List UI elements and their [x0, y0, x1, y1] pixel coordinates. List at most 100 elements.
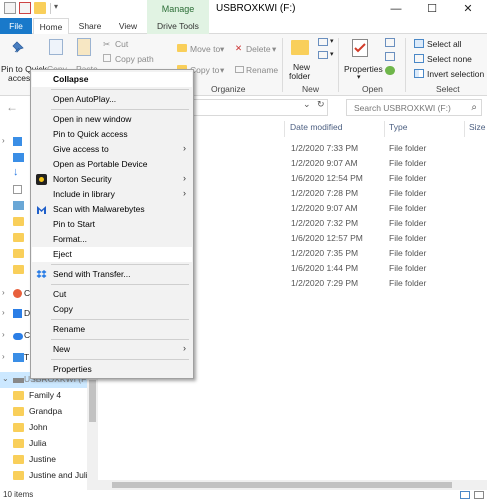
nav-item-folder[interactable]: Family 4: [0, 388, 88, 404]
tab-drive-tools[interactable]: Drive Tools: [147, 18, 209, 34]
minimize-button[interactable]: —: [378, 0, 414, 18]
nav-item-folder[interactable]: Justine and Julia: [0, 468, 92, 484]
menu-item-give-access[interactable]: Give access to ›: [32, 142, 192, 157]
new-item-icon[interactable]: [318, 38, 328, 46]
menu-item-open-portable-device[interactable]: Open as Portable Device: [32, 157, 192, 172]
move-to-button[interactable]: Move to: [190, 44, 220, 54]
column-header-size[interactable]: Size: [469, 122, 486, 132]
tab-share[interactable]: Share: [72, 18, 108, 34]
details-view-icon[interactable]: [460, 491, 470, 499]
row-date: 1/2/2020 7:33 PM: [291, 143, 359, 153]
table-row[interactable]: 1/6/2020 1:44 PM File folder: [285, 262, 485, 277]
table-row[interactable]: 1/6/2020 12:57 PM File folder: [285, 232, 485, 247]
chevron-right-icon[interactable]: ›: [2, 352, 5, 361]
copy-path-button[interactable]: Copy path: [115, 54, 154, 64]
tab-home[interactable]: Home: [33, 18, 69, 35]
table-row[interactable]: 1/2/2020 7:32 PM File folder: [285, 217, 485, 232]
properties-quick-icon[interactable]: [4, 2, 16, 14]
chevron-right-icon[interactable]: ›: [2, 330, 5, 339]
tab-file[interactable]: File: [0, 18, 32, 34]
menu-item-send-transfer[interactable]: Send with Transfer...: [32, 267, 192, 282]
row-type: File folder: [389, 158, 427, 168]
invert-selection-button[interactable]: Invert selection: [427, 69, 484, 79]
refresh-icon[interactable]: ↻: [317, 99, 325, 110]
norton-icon: [36, 174, 47, 185]
select-none-button[interactable]: Select none: [427, 54, 472, 64]
nav-item-label: Justine: [29, 454, 56, 464]
chevron-down-icon[interactable]: ▾: [54, 2, 58, 11]
row-type: File folder: [389, 143, 427, 153]
column-header-type[interactable]: Type: [389, 122, 407, 132]
menu-item-eject[interactable]: Eject: [32, 247, 192, 262]
checkmark-quick-icon[interactable]: [19, 2, 31, 14]
nav-item-folder[interactable]: Grandpa: [0, 404, 88, 420]
chevron-right-icon[interactable]: ›: [2, 288, 5, 297]
table-row[interactable]: 1/2/2020 7:33 PM File folder: [285, 142, 485, 157]
history-icon[interactable]: [385, 66, 395, 75]
delete-button[interactable]: Delete: [246, 44, 271, 54]
close-button[interactable]: ✕: [450, 0, 486, 18]
menu-item-copy[interactable]: Copy: [32, 302, 192, 317]
open-group-label: Open: [362, 84, 383, 94]
menu-item-open-new-window[interactable]: Open in new window: [32, 112, 192, 127]
rename-icon: [235, 66, 244, 73]
table-row[interactable]: 1/2/2020 7:29 PM File folder: [285, 277, 485, 292]
maximize-button[interactable]: ☐: [414, 0, 450, 18]
usb-drive-icon: [13, 378, 24, 383]
menu-item-norton-security[interactable]: Norton Security ›: [32, 172, 192, 187]
menu-item-include-library[interactable]: Include in library ›: [32, 187, 192, 202]
window-title: USBROXKWI (F:): [216, 3, 296, 14]
rename-button[interactable]: Rename: [246, 65, 278, 75]
menu-item-collapse[interactable]: Collapse: [32, 72, 192, 87]
column-header-date-modified[interactable]: Date modified: [290, 122, 342, 132]
table-row[interactable]: 1/2/2020 7:35 PM File folder: [285, 247, 485, 262]
properties-button[interactable]: Properties: [344, 64, 383, 74]
horizontal-scrollbar-thumb[interactable]: [112, 482, 452, 488]
search-input[interactable]: Search USBROXKWI (F:) ⌕: [346, 99, 482, 116]
nav-scrollbar-thumb[interactable]: [89, 380, 96, 422]
menu-item-pin-quick-access[interactable]: Pin to Quick access: [32, 127, 192, 142]
menu-item-label: Include in library: [53, 189, 115, 199]
select-all-button[interactable]: Select all: [427, 39, 462, 49]
copy-to-button[interactable]: Copy to: [190, 65, 219, 75]
column-divider[interactable]: [284, 121, 285, 137]
table-row[interactable]: 1/6/2020 12:54 PM File folder: [285, 172, 485, 187]
column-divider[interactable]: [464, 121, 465, 137]
back-arrow-icon[interactable]: ←: [6, 100, 18, 114]
easy-access-icon[interactable]: [318, 51, 328, 59]
new-folder-quick-icon[interactable]: [34, 2, 46, 14]
menu-item-open-autoplay[interactable]: Open AutoPlay...: [32, 92, 192, 107]
context-menu: Collapse Open AutoPlay... Open in new wi…: [30, 69, 194, 379]
menu-item-scan-malwarebytes[interactable]: Scan with Malwarebytes: [32, 202, 192, 217]
table-row[interactable]: 1/2/2020 9:07 AM File folder: [285, 202, 485, 217]
column-divider[interactable]: [384, 121, 385, 137]
nav-item-folder[interactable]: Justine: [0, 452, 88, 468]
open-icon[interactable]: [385, 38, 395, 47]
nav-item-folder[interactable]: John: [0, 420, 88, 436]
edit-icon[interactable]: [385, 52, 395, 61]
menu-item-properties[interactable]: Properties: [32, 362, 192, 377]
menu-item-rename[interactable]: Rename: [32, 322, 192, 337]
table-row[interactable]: 1/2/2020 9:07 AM File folder: [285, 157, 485, 172]
menu-item-pin-start[interactable]: Pin to Start: [32, 217, 192, 232]
folder-icon: [13, 265, 24, 274]
row-date: 1/2/2020 7:29 PM: [291, 278, 359, 288]
tab-view[interactable]: View: [110, 18, 146, 34]
menu-separator: [51, 109, 189, 110]
large-icons-view-icon[interactable]: [474, 491, 484, 499]
menu-item-new[interactable]: New ›: [32, 342, 192, 357]
nav-item-folder[interactable]: Julia: [0, 436, 88, 452]
select-group-label: Select: [436, 84, 460, 94]
chevron-right-icon[interactable]: ›: [2, 308, 5, 317]
chevron-down-icon[interactable]: ⌄: [303, 99, 311, 110]
folder-icon: [13, 217, 24, 226]
cut-button[interactable]: Cut: [115, 39, 128, 49]
menu-item-format[interactable]: Format...: [32, 232, 192, 247]
cloud-icon: [13, 333, 23, 340]
menu-item-label: Pin to Start: [53, 219, 96, 229]
manage-context-tab[interactable]: Manage: [147, 0, 209, 18]
chevron-right-icon[interactable]: ›: [2, 136, 5, 145]
table-row[interactable]: 1/2/2020 7:28 PM File folder: [285, 187, 485, 202]
menu-item-cut[interactable]: Cut: [32, 287, 192, 302]
chevron-down-icon[interactable]: ⌄: [2, 374, 9, 383]
